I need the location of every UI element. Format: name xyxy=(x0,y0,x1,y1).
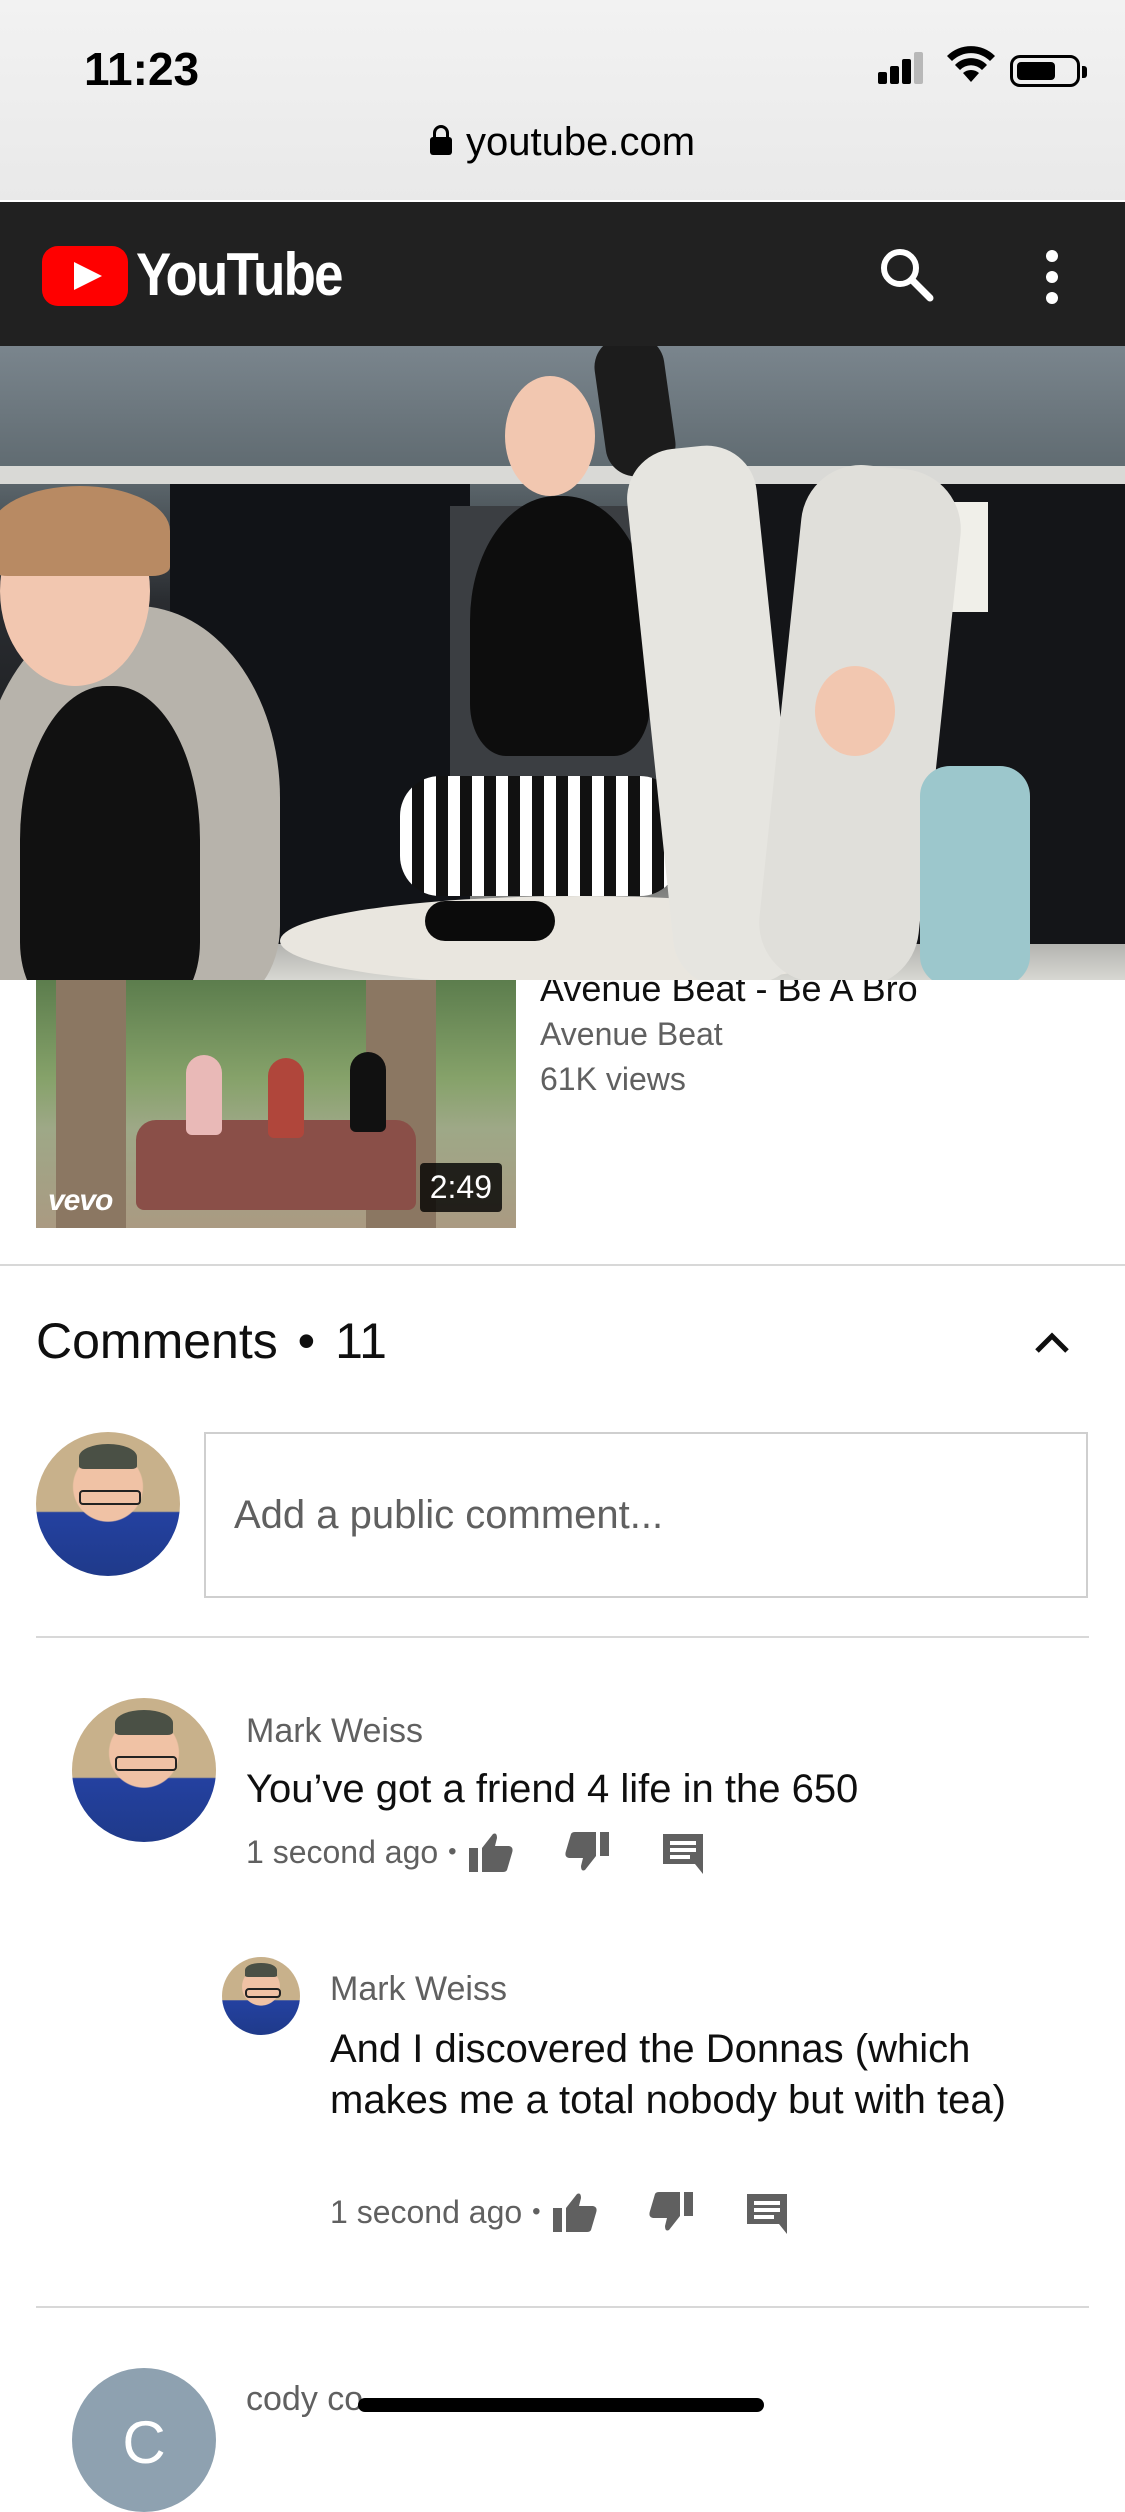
youtube-logo-text[interactable]: YouTube xyxy=(136,240,343,309)
home-indicator[interactable] xyxy=(358,2398,764,2412)
address-bar[interactable]: youtube.com xyxy=(0,120,1125,165)
like-icon[interactable] xyxy=(551,2190,599,2234)
comment-author-avatar[interactable] xyxy=(72,1698,216,1842)
related-video-thumbnail[interactable]: vevo 2:49 xyxy=(36,980,516,1228)
add-comment-input[interactable] xyxy=(204,1432,1088,1598)
comment-timestamp: 1 second ago xyxy=(246,1833,439,1870)
comment-author-name[interactable]: Mark Weiss xyxy=(330,1970,507,2009)
status-time: 11:23 xyxy=(84,43,200,95)
comments-separator: • xyxy=(297,1313,316,1369)
section-divider xyxy=(0,1264,1125,1266)
reply-icon[interactable] xyxy=(659,1830,707,1874)
comments-count: 11 xyxy=(335,1313,387,1369)
current-user-avatar xyxy=(36,1432,180,1576)
lock-icon xyxy=(429,125,452,155)
comment-text: And I discovered the Donnas (which makes… xyxy=(330,2027,1006,2122)
comments-header: Comments • 11 xyxy=(36,1312,387,1370)
comment-author-avatar[interactable]: C xyxy=(72,2368,216,2512)
section-divider xyxy=(36,2306,1089,2308)
section-divider xyxy=(36,1636,1089,1638)
reply-author-avatar[interactable] xyxy=(222,1957,300,2035)
url-text: youtube.com xyxy=(465,120,696,164)
dislike-icon[interactable] xyxy=(563,1830,611,1874)
comment-author-name[interactable]: cody co xyxy=(246,2380,363,2419)
video-player[interactable] xyxy=(0,346,1125,980)
ios-status-bar xyxy=(0,0,1125,200)
related-video-channel[interactable]: Avenue Beat xyxy=(540,1016,723,1053)
youtube-header: YouTube xyxy=(0,202,1125,346)
battery-icon xyxy=(1010,55,1087,87)
related-video-views: 61K views xyxy=(540,1061,686,1097)
like-icon[interactable] xyxy=(467,1830,515,1874)
comment-meta: 1 second ago • xyxy=(246,1830,755,1874)
more-options-icon[interactable] xyxy=(1046,250,1058,313)
avatar-letter: C xyxy=(122,2409,166,2476)
dislike-icon[interactable] xyxy=(647,2190,695,2234)
search-icon[interactable] xyxy=(878,246,934,302)
comment-author-name[interactable]: Mark Weiss xyxy=(246,1712,423,1751)
comment-meta: 1 second ago • xyxy=(330,2190,839,2234)
chevron-up-icon[interactable] xyxy=(1034,1330,1070,1354)
wifi-icon xyxy=(947,46,995,82)
comment-text: You’ve got a friend 4 life in the 650 xyxy=(246,1767,859,1811)
cellular-signal-icon xyxy=(878,52,923,84)
vevo-watermark: vevo xyxy=(48,1184,113,1217)
youtube-play-logo-icon[interactable] xyxy=(42,246,128,306)
comments-title: Comments xyxy=(36,1313,278,1369)
reply-icon[interactable] xyxy=(743,2190,791,2234)
video-duration-badge: 2:49 xyxy=(419,1163,502,1212)
comment-timestamp: 1 second ago xyxy=(330,2193,523,2230)
